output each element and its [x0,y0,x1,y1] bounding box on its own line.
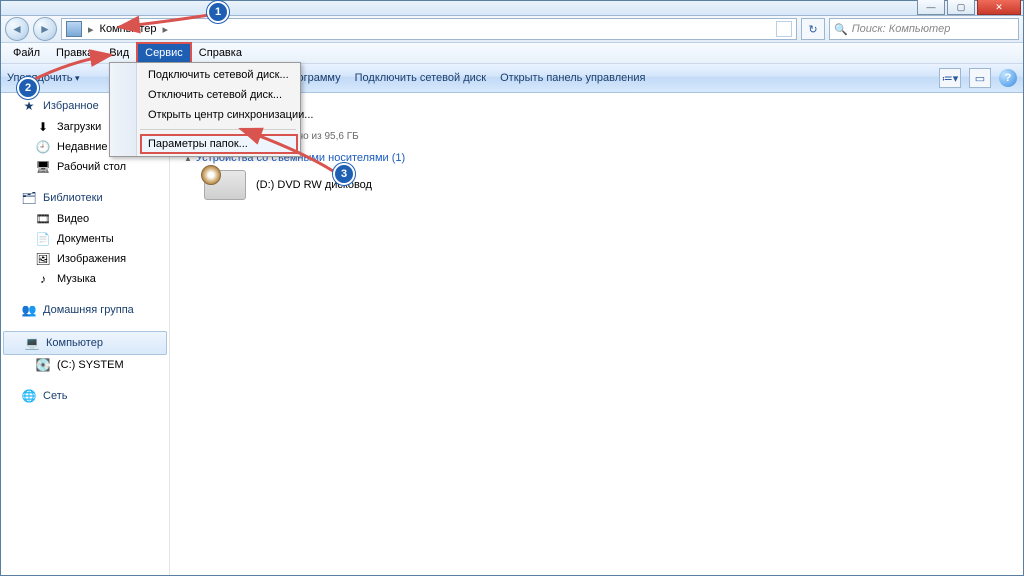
drive-free-space: 59,0 ГБ свободно из 95,6 ГБ [228,131,1013,142]
dd-disconnect-network[interactable]: Отключить сетевой диск... [140,85,298,105]
search-input[interactable]: 🔍 Поиск: Компьютер [829,18,1019,40]
breadcrumb-sep: ▸ [160,23,170,36]
forward-button[interactable]: ► [33,17,57,41]
search-icon: 🔍 [834,23,848,36]
navigation-pane: ★ Избранное ⬇Загрузки 🕘Недавние места 🖥Р… [1,91,170,575]
menu-view[interactable]: Вид [101,43,137,63]
back-button[interactable]: ◄ [5,17,29,41]
view-mode-button[interactable]: ≔▾ [939,68,961,88]
tools-dropdown: Подключить сетевой диск... Отключить сет… [109,62,301,157]
nav-homegroup[interactable]: 👥 Домашняя группа [1,299,169,321]
menu-bar: Файл Правка Вид Сервис Справка [1,43,1023,64]
homegroup-icon: 👥 [21,302,37,318]
network-icon: 🌐 [21,388,37,404]
music-icon: ♪ [35,271,51,287]
breadcrumb-sep: ▸ [86,23,96,36]
annotation-badge-2: 2 [17,77,39,99]
document-icon: 📄 [35,231,51,247]
video-icon: 🎞 [35,211,51,227]
address-bar[interactable]: ▸ Компьютер ▸ [61,18,797,40]
search-placeholder: Поиск: Компьютер [852,23,951,35]
cmd-program-partial[interactable]: ограмму [298,72,341,84]
nav-drive-c[interactable]: 💽(C:) SYSTEM [1,355,169,375]
help-button[interactable]: ? [999,69,1017,87]
nav-videos[interactable]: 🎞Видео [1,209,169,229]
annotation-badge-3: 3 [333,163,355,185]
dd-sync-center[interactable]: Открыть центр синхронизации... [140,105,298,125]
close-button[interactable]: ✕ [977,0,1021,15]
drive-dvd-label: (D:) DVD RW дисковод [256,179,372,191]
star-icon: ★ [21,98,37,114]
libraries-icon: 🗂 [21,190,37,206]
nav-computer[interactable]: 💻 Компьютер [3,331,167,355]
nav-desktop[interactable]: 🖥Рабочий стол [1,157,169,177]
drive-icon: 💽 [35,357,51,373]
minimize-button[interactable]: — [917,0,945,15]
computer-icon: 💻 [24,335,40,351]
drive-dvd[interactable]: (D:) DVD RW дисковод [204,170,1013,200]
annotation-badge-1: 1 [207,1,229,23]
address-bar-row: ◄ ► ▸ Компьютер ▸ ↻ 🔍 Поиск: Компьютер [1,16,1023,43]
menu-file[interactable]: Файл [5,43,48,63]
computer-icon [66,21,82,37]
content-pane: 59,0 ГБ свободно из 95,6 ГБ ▲ Устройства… [170,91,1023,575]
maximize-button[interactable]: ▢ [947,0,975,15]
dd-folder-options[interactable]: Параметры папок... [140,134,298,154]
menu-edit[interactable]: Правка [48,43,101,63]
menu-tools[interactable]: Сервис [137,43,191,63]
cmd-map-drive[interactable]: Подключить сетевой диск [355,72,486,84]
nav-docs[interactable]: 📄Документы [1,229,169,249]
refresh-button[interactable]: ↻ [801,18,825,40]
pictures-icon: 🖼 [35,251,51,267]
nav-libraries[interactable]: 🗂 Библиотеки [1,187,169,209]
downloads-icon: ⬇ [35,119,51,135]
desktop-icon: 🖥 [35,159,51,175]
group-removable-devices[interactable]: ▲ Устройства со съемными носителями (1) [184,152,1013,164]
dd-map-network-drive[interactable]: Подключить сетевой диск... [140,65,298,85]
cmd-open-control-panel[interactable]: Открыть панель управления [500,72,645,84]
nav-pictures[interactable]: 🖼Изображения [1,249,169,269]
address-dropdown[interactable] [776,21,792,37]
recent-icon: 🕘 [35,139,51,155]
titlebar: — ▢ ✕ [1,1,1023,16]
preview-pane-button[interactable]: ▭ [969,68,991,88]
nav-network[interactable]: 🌐 Сеть [1,385,169,407]
breadcrumb-computer[interactable]: Компьютер [100,23,157,35]
nav-music[interactable]: ♪Музыка [1,269,169,289]
dvd-drive-icon [204,170,246,200]
menu-help[interactable]: Справка [191,43,250,63]
